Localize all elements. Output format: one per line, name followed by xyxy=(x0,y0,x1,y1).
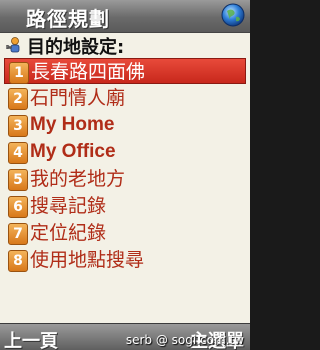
number-badge: 4 xyxy=(8,142,28,164)
menu-item-1[interactable]: 1 長春路四面佛 xyxy=(4,58,246,84)
number-badge: 3 xyxy=(8,115,28,137)
number-badge: 7 xyxy=(8,223,28,245)
menu-item-label: My Office xyxy=(30,141,116,162)
menu-item-label: 定位紀錄 xyxy=(30,222,107,244)
menu-item-2[interactable]: 2 石門情人廟 xyxy=(4,85,246,111)
number-badge: 1 xyxy=(9,62,29,84)
number-badge: 2 xyxy=(8,88,28,110)
menu-item-3[interactable]: 3 My Home xyxy=(4,112,246,138)
watermark: serb @ sogi.com.tw xyxy=(125,333,244,347)
menu-item-label: 長春路四面佛 xyxy=(31,61,146,83)
globe-icon xyxy=(221,3,245,27)
destination-setting-label: 目的地設定: xyxy=(27,37,125,58)
number-badge: 8 xyxy=(8,250,28,272)
menu-item-6[interactable]: 6 搜尋記錄 xyxy=(4,193,246,219)
number-badge: 5 xyxy=(8,169,28,191)
previous-page-softkey[interactable]: 上一頁 xyxy=(4,327,58,350)
menu-item-8[interactable]: 8 使用地點搜尋 xyxy=(4,247,246,273)
title-bar: 路徑規劃 xyxy=(0,0,250,33)
menu-item-4[interactable]: 4 My Office xyxy=(4,139,246,165)
menu-item-label: My Home xyxy=(30,114,115,135)
menu-item-label: 我的老地方 xyxy=(30,168,126,190)
page-title: 路徑規劃 xyxy=(26,7,110,31)
menu-item-label: 石門情人廟 xyxy=(30,87,126,109)
menu-item-7[interactable]: 7 定位紀錄 xyxy=(4,220,246,246)
menu-item-5[interactable]: 5 我的老地方 xyxy=(4,166,246,192)
menu-item-label: 使用地點搜尋 xyxy=(30,249,145,271)
destination-header: 目的地設定: xyxy=(6,34,246,58)
menu-item-label: 搜尋記錄 xyxy=(30,195,107,217)
person-key-icon xyxy=(6,37,20,53)
destination-menu: 1 長春路四面佛 2 石門情人廟 3 My Home 4 My Office 5… xyxy=(4,58,246,274)
number-badge: 6 xyxy=(8,196,28,218)
phone-screen: 路徑規劃 目的地設定: 1 長春路四面佛 2 石門情人廟 3 My Home 4… xyxy=(0,0,250,350)
